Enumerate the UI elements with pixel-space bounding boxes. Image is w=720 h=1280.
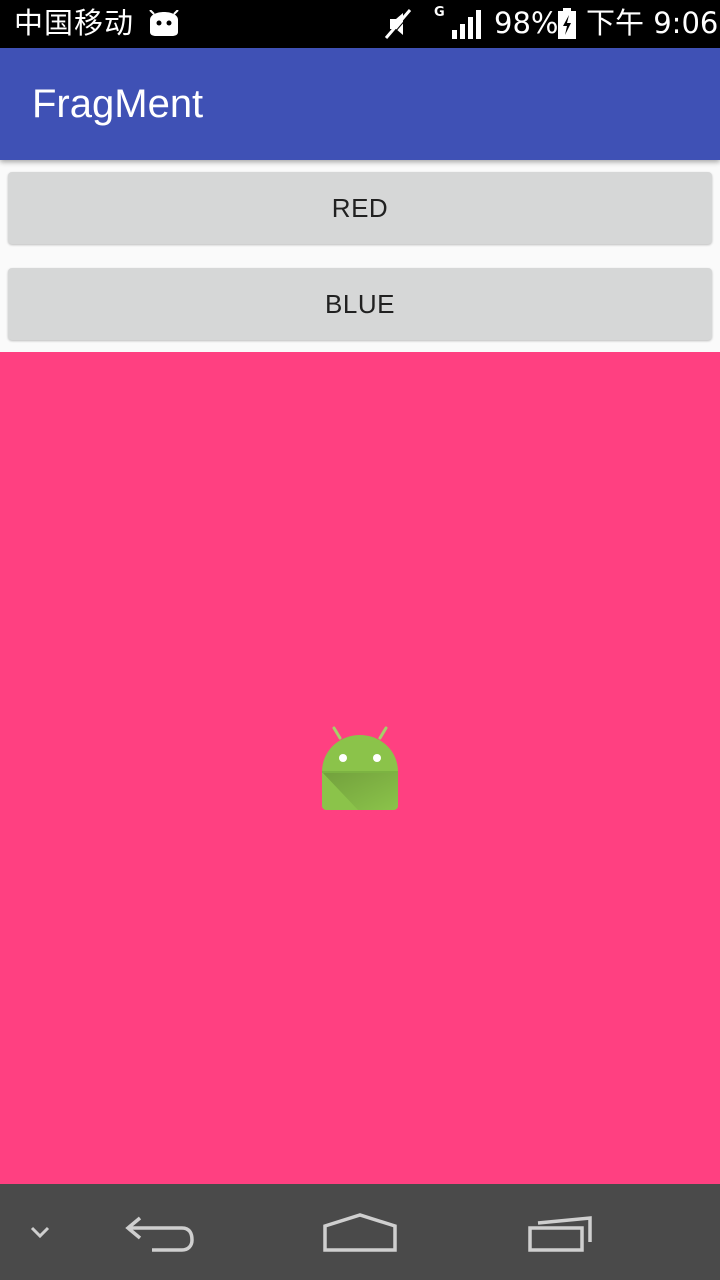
app-title: FragMent	[32, 82, 204, 126]
battery-charging-icon	[558, 8, 576, 39]
fragment-container	[0, 352, 720, 1184]
home-icon[interactable]	[322, 1212, 398, 1254]
red-button[interactable]: RED	[8, 172, 712, 244]
signal-icon	[452, 10, 481, 39]
mute-icon	[384, 9, 414, 40]
blue-button[interactable]: BLUE	[8, 268, 712, 340]
collapse-icon[interactable]	[28, 1220, 52, 1244]
android-launcher-icon	[322, 726, 398, 810]
battery-percentage: 98%	[494, 6, 559, 40]
carrier-name: 中国移动	[14, 6, 135, 40]
back-icon[interactable]	[124, 1214, 196, 1254]
network-type: G	[434, 5, 445, 20]
recent-apps-icon[interactable]	[526, 1214, 598, 1254]
clock: 下午 9:06	[586, 6, 719, 40]
navigation-bar	[0, 1184, 720, 1280]
app-bar: FragMent	[0, 48, 720, 160]
android-notification-icon	[149, 10, 179, 36]
screen: 中国移动 G 98% 下午 9:06 FragMent RED BLUE	[0, 0, 720, 1280]
status-bar: 中国移动 G 98% 下午 9:06	[0, 0, 720, 48]
